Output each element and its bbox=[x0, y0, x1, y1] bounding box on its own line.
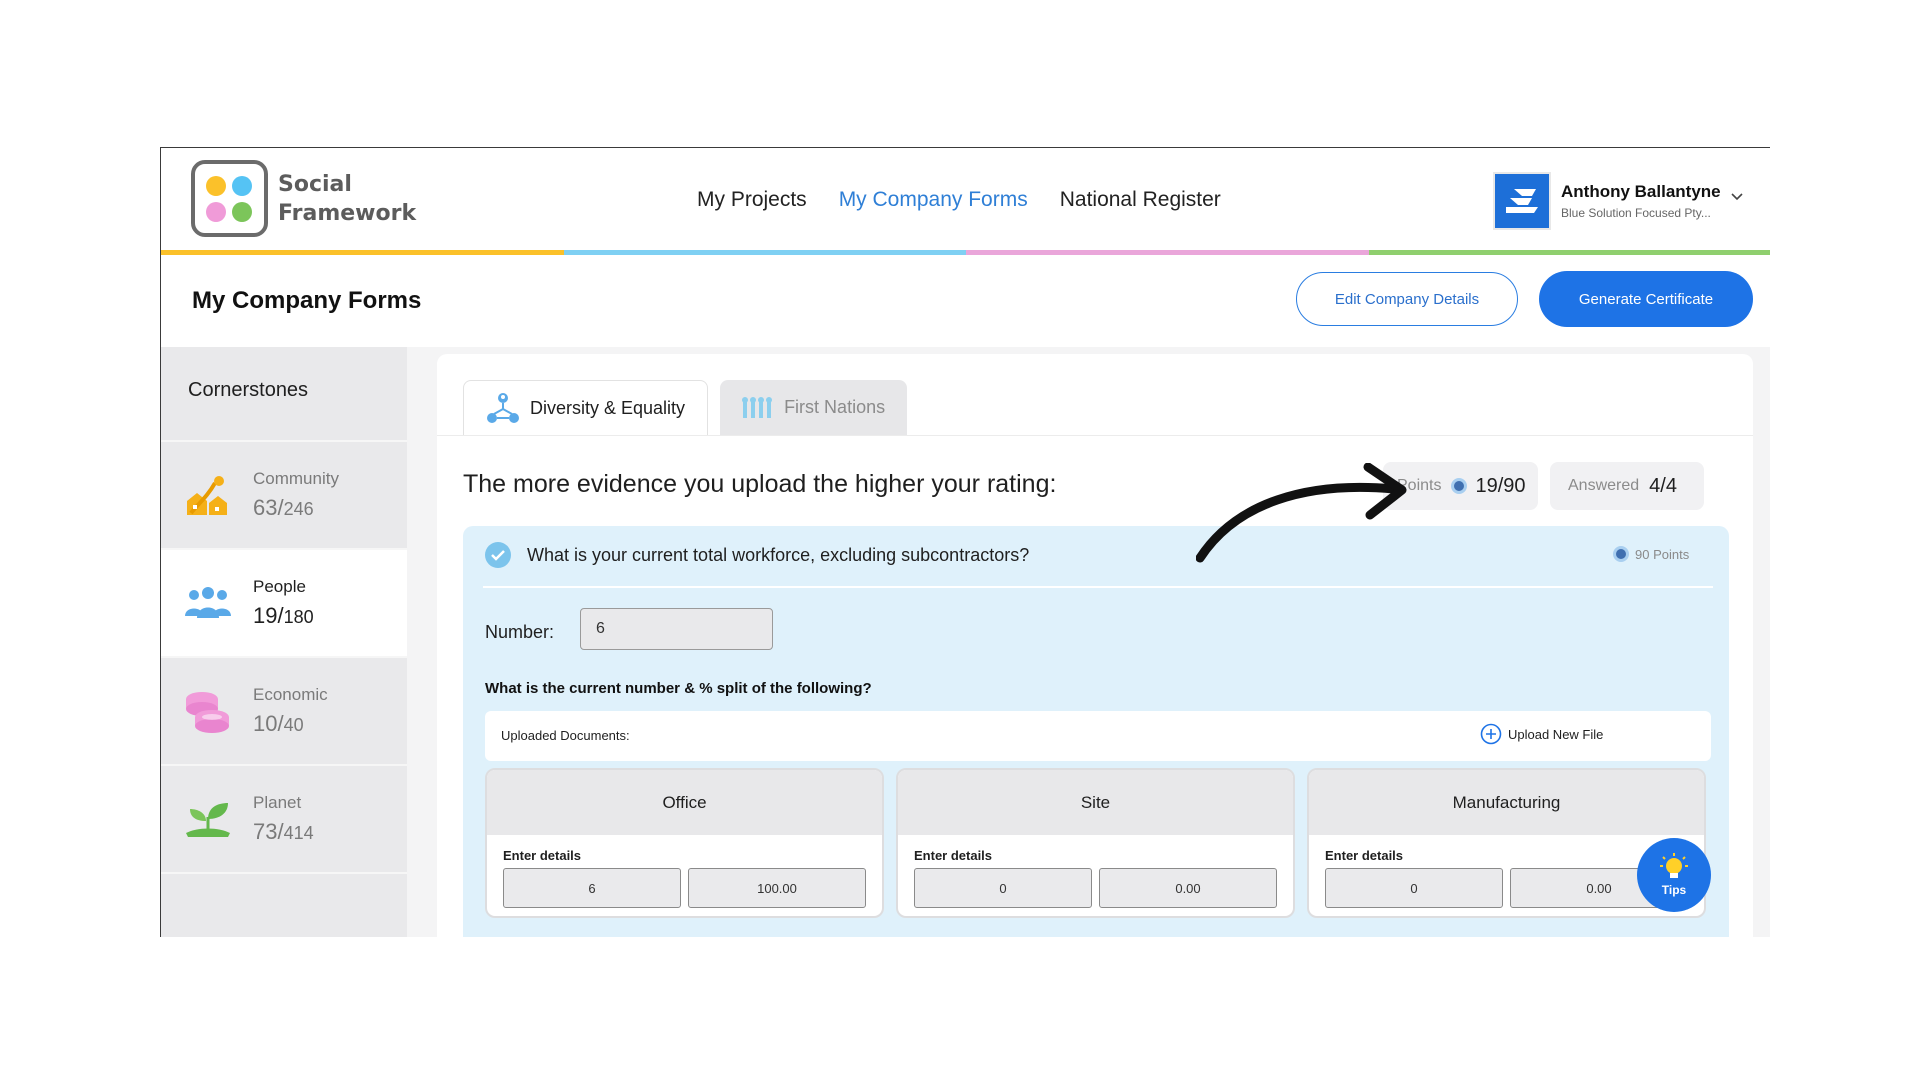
sidebar-item-label: Planet bbox=[253, 793, 302, 812]
category-title: Office bbox=[487, 770, 882, 835]
evidence-message: The more evidence you upload the higher … bbox=[463, 470, 1057, 498]
annotation-arrow-icon bbox=[1196, 463, 1407, 563]
number-input[interactable] bbox=[580, 608, 773, 650]
category-card-site: Site Enter details bbox=[896, 768, 1295, 918]
split-question: What is the current number & % split of … bbox=[485, 680, 872, 697]
sidebar-item-score: 63/246 bbox=[253, 495, 314, 520]
sidebar-item-label: People bbox=[253, 577, 306, 596]
tab-label: First Nations bbox=[784, 397, 886, 417]
brand-line-1: Social bbox=[278, 171, 352, 197]
user-company: Blue Solution Focused Pty... bbox=[1561, 206, 1711, 220]
count-input[interactable] bbox=[914, 868, 1092, 908]
sidebar-item-score: 10/40 bbox=[253, 711, 304, 736]
answered-badge: Answered 4/4 bbox=[1550, 462, 1704, 510]
title-bar: My Company Forms bbox=[161, 255, 1770, 347]
page-title: My Company Forms bbox=[192, 287, 422, 314]
tab-diversity-equality[interactable]: Diversity & Equality bbox=[463, 380, 709, 435]
sidebar-item-planet[interactable]: Planet 73/414 bbox=[161, 766, 407, 874]
brand-logo[interactable]: Social Framework bbox=[191, 160, 416, 237]
lightbulb-icon bbox=[1660, 853, 1688, 878]
chevron-down-icon[interactable] bbox=[1731, 193, 1743, 201]
company-logo-icon bbox=[1506, 189, 1538, 213]
sidebar-item-score: 19/180 bbox=[253, 603, 314, 628]
category-title: Manufacturing bbox=[1309, 770, 1704, 835]
number-label: Number: bbox=[485, 622, 555, 642]
enter-details-label: Enter details bbox=[914, 848, 993, 863]
question-card: What is your current total workforce, ex… bbox=[463, 526, 1729, 937]
main-nav: My Projects My Company Forms National Re… bbox=[697, 188, 1221, 212]
community-icon bbox=[183, 470, 233, 520]
question-points: 90 Points bbox=[1613, 546, 1689, 562]
plant-icon bbox=[183, 794, 233, 844]
user-name: Anthony Ballantyne bbox=[1561, 182, 1721, 201]
category-title: Site bbox=[898, 770, 1293, 835]
nav-national-register[interactable]: National Register bbox=[1060, 188, 1221, 212]
logo-mark-icon bbox=[191, 160, 268, 237]
question-divider bbox=[483, 586, 1713, 588]
points-value: 19/90 bbox=[1475, 474, 1526, 497]
check-icon bbox=[485, 542, 511, 568]
first-nations-icon bbox=[742, 396, 773, 418]
user-info: Anthony Ballantyne Blue Solution Focused… bbox=[1561, 182, 1721, 220]
category-cards: Office Enter details Site Enter details … bbox=[485, 768, 1706, 918]
user-menu[interactable]: Anthony Ballantyne Blue Solution Focused… bbox=[1493, 172, 1743, 230]
count-input[interactable] bbox=[503, 868, 681, 908]
sidebar-item-people[interactable]: People 19/180 bbox=[161, 550, 407, 658]
uploaded-documents-bar: Uploaded Documents: Upload New File bbox=[485, 711, 1711, 761]
percent-input[interactable] bbox=[688, 868, 866, 908]
edit-company-details-button[interactable]: Edit Company Details bbox=[1296, 272, 1518, 326]
points-dot-icon bbox=[1451, 478, 1468, 494]
uploaded-documents-label: Uploaded Documents: bbox=[501, 728, 630, 743]
diversity-icon bbox=[487, 393, 519, 423]
answered-label: Answered bbox=[1568, 477, 1640, 494]
nav-my-company-forms[interactable]: My Company Forms bbox=[839, 188, 1028, 212]
sidebar-heading: Cornerstones bbox=[161, 347, 407, 442]
tips-button[interactable]: Tips bbox=[1637, 838, 1711, 912]
question-text: What is your current total workforce, ex… bbox=[527, 545, 1030, 565]
tips-label: Tips bbox=[1661, 883, 1687, 897]
coins-icon bbox=[183, 686, 233, 736]
sidebar-item-label: Economic bbox=[253, 685, 328, 704]
brand-line-2: Framework bbox=[278, 200, 417, 226]
company-avatar bbox=[1493, 172, 1551, 230]
plus-circle-icon bbox=[1480, 723, 1502, 745]
upload-new-file-label: Upload New File bbox=[1508, 726, 1604, 742]
sidebar-item-economic[interactable]: Economic 10/40 bbox=[161, 658, 407, 766]
answered-value: 4/4 bbox=[1649, 474, 1677, 497]
sidebar-item-label: Community bbox=[253, 469, 339, 488]
brand-name: Social Framework bbox=[278, 170, 416, 228]
count-input[interactable] bbox=[1325, 868, 1503, 908]
tab-label: Diversity & Equality bbox=[530, 397, 686, 418]
points-dot-icon bbox=[1613, 546, 1629, 562]
form-tabs: Diversity & Equality First Nations bbox=[463, 380, 908, 435]
sidebar-item-community[interactable]: Community 63/246 bbox=[161, 442, 407, 550]
app-window: Social Framework My Projects My Company … bbox=[160, 147, 1770, 937]
nav-my-projects[interactable]: My Projects bbox=[697, 188, 807, 212]
question-points-label: 90 Points bbox=[1635, 546, 1690, 562]
percent-input[interactable] bbox=[1099, 868, 1277, 908]
enter-details-label: Enter details bbox=[1325, 848, 1404, 863]
generate-certificate-button[interactable]: Generate Certificate bbox=[1539, 271, 1753, 327]
category-card-office: Office Enter details bbox=[485, 768, 884, 918]
tab-divider bbox=[437, 435, 1753, 436]
tab-first-nations[interactable]: First Nations bbox=[720, 380, 908, 435]
sidebar-item-score: 73/414 bbox=[253, 819, 314, 844]
cornerstones-sidebar: Cornerstones Community 63/246 People 19/… bbox=[161, 347, 407, 937]
enter-details-label: Enter details bbox=[503, 848, 582, 863]
upload-new-file-button[interactable]: Upload New File bbox=[1480, 723, 1603, 745]
form-panel: Diversity & Equality First Nations The m… bbox=[437, 354, 1753, 937]
people-icon bbox=[183, 578, 233, 628]
top-header: Social Framework My Projects My Company … bbox=[161, 148, 1770, 255]
